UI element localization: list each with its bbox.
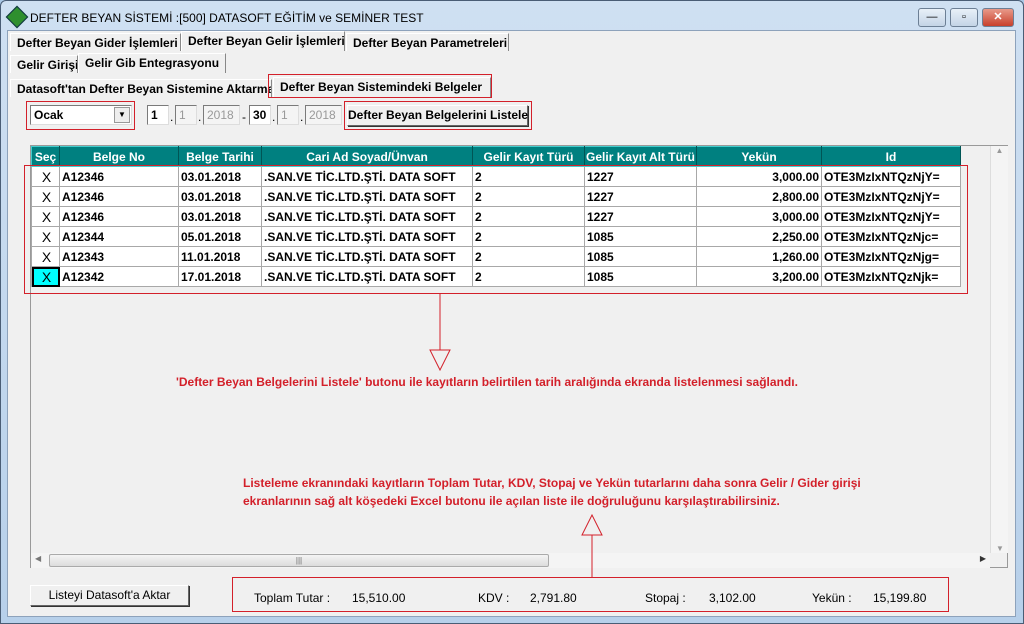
tab-gelir-gib-entegrasyonu[interactable]: Gelir Gib Entegrasyonu	[78, 53, 226, 73]
kdv-label: KDV :	[478, 591, 510, 605]
arrow-down-icon	[429, 349, 451, 372]
annotation-arrows	[429, 294, 603, 577]
transfer-to-datasoft-button[interactable]: Listeyi Datasoft'a Aktar	[30, 585, 189, 606]
annotation-note-2-line-2: ekranlarının sağ alt köşedeki Excel buto…	[243, 494, 780, 508]
yekun-label: Yekün :	[812, 591, 852, 605]
toplam-value: 15,510.00	[352, 591, 406, 605]
tab-gelir-islemleri[interactable]: Defter Beyan Gelir İşlemleri	[181, 31, 345, 51]
highlight-box	[268, 74, 492, 98]
arrow-up-icon	[581, 513, 603, 536]
stopaj-label: Stopaj :	[645, 591, 686, 605]
annotation-note-2-line-1: Listeleme ekranındaki kayıtların Toplam …	[243, 476, 861, 490]
stopaj-value: 3,102.00	[709, 591, 756, 605]
toplam-label: Toplam Tutar :	[254, 591, 331, 605]
kdv-value: 2,791.80	[530, 591, 577, 605]
yekun-value: 15,199.80	[873, 591, 927, 605]
annotation-note-1: 'Defter Beyan Belgelerini Listele' buton…	[176, 375, 798, 389]
